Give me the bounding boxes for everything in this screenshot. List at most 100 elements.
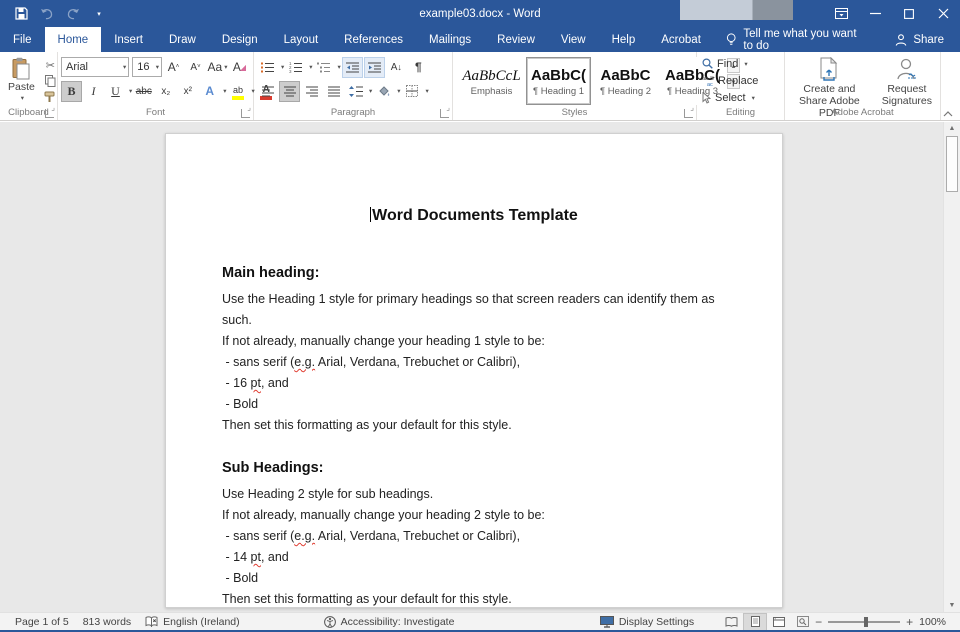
undo-icon[interactable]	[34, 0, 60, 27]
zoom-percent[interactable]: 100%	[919, 616, 946, 628]
tell-me-box[interactable]: Tell me what you want to do	[714, 27, 879, 52]
text-effects-caret[interactable]: ▾	[223, 87, 226, 95]
ribbon-display-options-icon[interactable]	[824, 0, 858, 27]
increase-indent-icon[interactable]	[364, 57, 385, 78]
zoom-slider[interactable]	[828, 621, 900, 623]
scroll-down-icon[interactable]: ▼	[944, 599, 960, 612]
clear-formatting-icon[interactable]: A◢	[229, 57, 250, 78]
numbering-caret[interactable]: ▾	[309, 63, 312, 71]
paragraph-group: ▾ 123 ▾ ▾ A↓ ¶	[254, 52, 453, 120]
tab-home[interactable]: Home	[45, 27, 102, 52]
accessibility-icon	[324, 616, 336, 628]
save-icon[interactable]	[8, 0, 34, 27]
customize-quick-access-caret[interactable]: ▾	[86, 0, 112, 27]
word-count[interactable]: 813 words	[76, 616, 138, 628]
paste-button[interactable]: Paste ▾	[3, 55, 40, 107]
clipboard-dialog-launcher[interactable]	[45, 109, 54, 118]
line-spacing-caret[interactable]: ▾	[369, 87, 372, 95]
read-mode-icon[interactable]	[719, 613, 743, 631]
line-spacing-icon[interactable]	[345, 81, 366, 102]
tab-view[interactable]: View	[548, 27, 599, 52]
bold-button[interactable]: B	[61, 81, 82, 102]
zoom-controls: − + 100%	[791, 615, 952, 629]
show-paragraph-marks-icon[interactable]: ¶	[408, 57, 429, 78]
superscript-icon[interactable]: x²	[177, 81, 198, 102]
close-button[interactable]	[926, 0, 960, 27]
numbering-icon[interactable]: 123	[285, 57, 306, 78]
display-settings-button[interactable]: Display Settings	[593, 616, 701, 628]
font-name-combo[interactable]: Arial▾	[61, 57, 129, 77]
font-size-combo[interactable]: 16▾	[132, 57, 162, 77]
minimize-button[interactable]	[858, 0, 892, 27]
web-layout-icon[interactable]	[767, 613, 791, 631]
justify-icon[interactable]	[323, 81, 344, 102]
find-button[interactable]: Find▾	[700, 55, 781, 72]
tab-design[interactable]: Design	[209, 27, 271, 52]
change-case-icon[interactable]: Aa▾	[207, 57, 228, 78]
share-button[interactable]: Share	[879, 27, 960, 52]
page-indicator[interactable]: Page 1 of 5	[8, 616, 76, 628]
align-center-icon[interactable]	[279, 81, 300, 102]
tab-draw[interactable]: Draw	[156, 27, 209, 52]
styles-group-label: Styles	[453, 107, 696, 118]
tab-acrobat[interactable]: Acrobat	[648, 27, 714, 52]
editing-group-label: Editing	[697, 107, 784, 118]
maximize-button[interactable]	[892, 0, 926, 27]
scroll-up-icon[interactable]: ▲	[944, 122, 960, 135]
print-layout-icon[interactable]	[743, 613, 767, 631]
style-emphasis[interactable]: AaBbCcLEmphasis	[459, 57, 524, 105]
scrollbar-thumb[interactable]	[946, 136, 958, 192]
borders-caret[interactable]: ▾	[426, 87, 429, 95]
borders-icon[interactable]	[402, 81, 423, 102]
doc-line: - 14 pt, and	[222, 547, 726, 568]
replace-button[interactable]: abac Replace	[700, 72, 781, 89]
tab-help[interactable]: Help	[599, 27, 649, 52]
highlight-color-icon[interactable]: ab	[228, 81, 249, 102]
vertical-scrollbar[interactable]: ▲ ▼	[943, 122, 960, 612]
document-page[interactable]: Word Documents Template Main heading:Use…	[165, 133, 783, 608]
tab-layout[interactable]: Layout	[271, 27, 332, 52]
italic-button[interactable]: I	[83, 81, 104, 102]
align-left-icon[interactable]	[257, 81, 278, 102]
proofing-book-icon	[145, 616, 158, 627]
collapse-ribbon-icon[interactable]	[943, 111, 953, 117]
style-name: ¶ Heading 2	[600, 86, 651, 97]
tab-file[interactable]: File	[0, 27, 45, 52]
style-preview: AaBbCcL	[462, 66, 520, 86]
paste-caret[interactable]: ▾	[21, 93, 24, 105]
proofing-status[interactable]: English (Ireland)	[138, 616, 246, 628]
shading-icon[interactable]	[373, 81, 394, 102]
shrink-font-icon[interactable]: A˅	[185, 57, 206, 78]
tab-review[interactable]: Review	[484, 27, 548, 52]
style-heading-1[interactable]: AaBbC(¶ Heading 1	[526, 57, 591, 105]
redo-icon[interactable]	[60, 0, 86, 27]
underline-button[interactable]: U	[105, 81, 126, 102]
accessibility-status[interactable]: Accessibility: Investigate	[317, 616, 462, 628]
zoom-in-button[interactable]: +	[906, 615, 913, 629]
tab-insert[interactable]: Insert	[101, 27, 156, 52]
svg-text:3: 3	[289, 69, 292, 73]
select-button[interactable]: Select▾	[700, 89, 781, 106]
tab-mailings[interactable]: Mailings	[416, 27, 484, 52]
decrease-indent-icon[interactable]	[342, 57, 363, 78]
font-dialog-launcher[interactable]	[241, 109, 250, 118]
zoom-out-button[interactable]: −	[815, 615, 822, 629]
multilevel-caret[interactable]: ▾	[338, 63, 341, 71]
multilevel-list-icon[interactable]	[314, 57, 335, 78]
text-effects-icon[interactable]: A	[199, 81, 220, 102]
bullets-caret[interactable]: ▾	[281, 63, 284, 71]
underline-caret[interactable]: ▾	[129, 87, 132, 95]
sort-icon[interactable]: A↓	[386, 57, 407, 78]
grow-font-icon[interactable]: A˄	[163, 57, 184, 78]
replace-label: Replace	[718, 75, 758, 87]
zoom-slider-thumb[interactable]	[864, 617, 868, 627]
bullets-icon[interactable]	[257, 57, 278, 78]
style-heading-2[interactable]: AaBbC¶ Heading 2	[593, 57, 658, 105]
tab-references[interactable]: References	[331, 27, 416, 52]
paragraph-dialog-launcher[interactable]	[440, 109, 449, 118]
styles-dialog-launcher[interactable]	[684, 109, 693, 118]
shading-caret[interactable]: ▾	[397, 87, 400, 95]
strikethrough-icon[interactable]: abc	[133, 81, 154, 102]
subscript-icon[interactable]: x₂	[155, 81, 176, 102]
align-right-icon[interactable]	[301, 81, 322, 102]
